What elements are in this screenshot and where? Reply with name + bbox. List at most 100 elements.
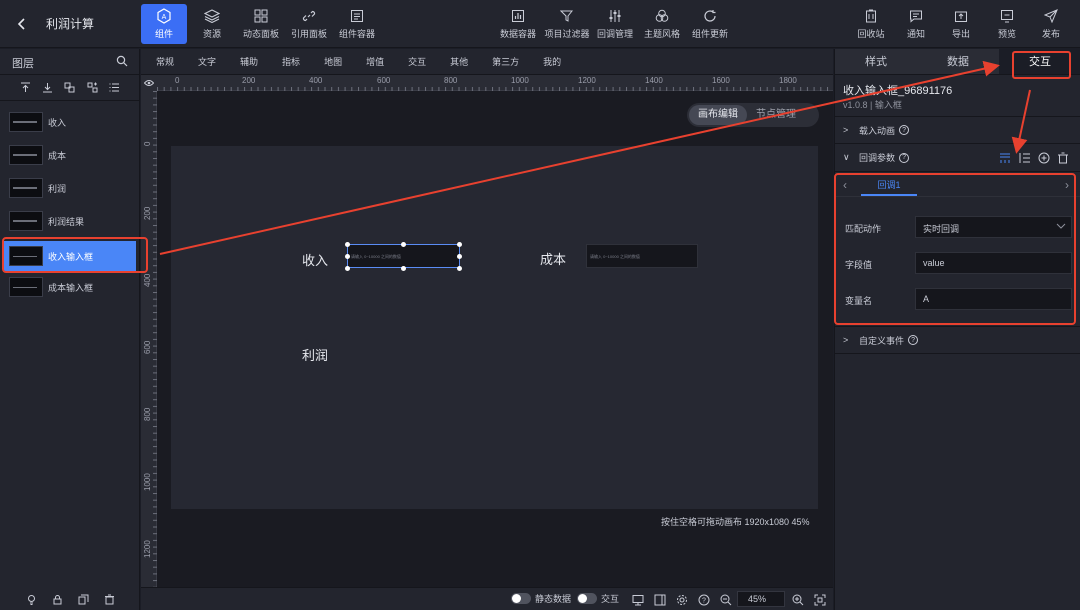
income-input-widget[interactable]: 请输入 0~10000 之间的数值 [347, 244, 460, 268]
toolbar-ref-panel-button[interactable]: 引用面板 [288, 4, 330, 44]
chevron-left-icon[interactable]: ‹ [843, 178, 847, 192]
export-icon [952, 8, 970, 24]
toolbar-component-button[interactable]: A 组件 [141, 4, 187, 44]
group-icon[interactable] [64, 82, 75, 93]
trash-icon[interactable] [1056, 151, 1069, 164]
callback-tab-1[interactable]: 回调1 [861, 176, 917, 196]
cost-label[interactable]: 成本 [540, 249, 566, 268]
toolbar-notify-button[interactable]: 通知 [899, 4, 933, 44]
interact-switch[interactable] [577, 593, 597, 604]
income-label[interactable]: 收入 [302, 250, 328, 269]
ungroup-icon[interactable] [87, 82, 98, 93]
chevron-down-icon [1056, 222, 1066, 230]
toolbar-preview-button[interactable]: 预览 [990, 4, 1024, 44]
node-manage-mode-button[interactable]: 节点管理 [747, 105, 805, 125]
tab-general[interactable]: 常规 [147, 55, 183, 68]
resize-handle[interactable] [401, 242, 406, 247]
resize-handle[interactable] [345, 266, 350, 271]
tab-text[interactable]: 文字 [189, 55, 225, 68]
list-edit-icon[interactable] [1018, 151, 1031, 164]
help-icon[interactable]: ? [899, 152, 910, 163]
layer-item-profit-result[interactable]: 利润结果 [4, 206, 136, 236]
screen-icon[interactable] [631, 593, 645, 607]
static-data-switch[interactable] [511, 593, 531, 604]
layers-icon [203, 8, 221, 24]
profit-label[interactable]: 利润 [302, 345, 328, 364]
list-icon[interactable] [109, 82, 120, 93]
tab-data[interactable]: 数据 [917, 49, 999, 74]
toolbar-notify-label: 通知 [906, 29, 925, 39]
custom-events-section[interactable]: > 自定义事件 ? [835, 326, 1080, 354]
canvas-edit-mode-button[interactable]: 画布编辑 [689, 105, 747, 125]
design-stage[interactable]: 收入 请输入 0~10000 之间的数值 成本 请输入 0~10000 之间的数… [171, 146, 818, 509]
toolbar-container-button[interactable]: 组件容器 [336, 4, 378, 44]
toolbar-data-container-button[interactable]: 数据容器 [498, 4, 538, 44]
add-icon[interactable] [1037, 151, 1050, 164]
toolbar-update-button[interactable]: 组件更新 [689, 4, 731, 44]
variable-name-input[interactable]: A [915, 288, 1072, 310]
svg-text:?: ? [702, 598, 706, 605]
tab-value-added[interactable]: 增值 [357, 55, 393, 68]
layer-item-cost[interactable]: 成本 [4, 140, 136, 170]
form-view-icon[interactable] [998, 151, 1011, 164]
bulb-icon[interactable] [26, 594, 37, 605]
match-action-select[interactable]: 实时回调 [915, 216, 1072, 238]
tab-other[interactable]: 其他 [441, 55, 477, 68]
cost-input-widget[interactable]: 请输入 0~10000 之间的数值 [586, 244, 698, 268]
resize-handle[interactable] [457, 242, 462, 247]
eye-icon[interactable] [141, 75, 157, 91]
help-icon[interactable]: ? [899, 125, 910, 135]
ruler-tick-label: 800 [444, 76, 458, 85]
toolbar-resource-button[interactable]: 资源 [194, 4, 230, 44]
tab-auxiliary[interactable]: 辅助 [231, 55, 267, 68]
zoom-level-input[interactable]: 45% [737, 591, 785, 607]
toolbar-theme-button[interactable]: 主题风格 [642, 4, 682, 44]
resize-handle[interactable] [345, 254, 350, 259]
move-top-icon[interactable] [20, 82, 31, 93]
delete-icon[interactable] [104, 594, 115, 605]
toolbar-recycle-button[interactable]: 回收站 [853, 4, 889, 44]
layer-item-income[interactable]: 收入 [4, 107, 136, 137]
resize-handle[interactable] [401, 266, 406, 271]
tab-mine[interactable]: 我的 [534, 55, 570, 68]
zoom-out-icon[interactable] [719, 593, 733, 607]
resize-handle[interactable] [345, 242, 350, 247]
load-animation-section[interactable]: > 载入动画 ? [835, 116, 1080, 144]
toolbar-callback-button[interactable]: 回调管理 [595, 4, 635, 44]
toolbar-publish-button[interactable]: 发布 [1034, 4, 1068, 44]
callback-params-section[interactable]: ∨ 回调参数 ? [835, 144, 1080, 172]
resize-handle[interactable] [457, 254, 462, 259]
ruler-tick-label: 400 [143, 273, 152, 287]
back-icon[interactable] [12, 14, 32, 34]
tab-map[interactable]: 地图 [315, 55, 351, 68]
settings-icon[interactable] [675, 593, 689, 607]
layer-item-cost-input[interactable]: 成本输入框 [4, 272, 136, 302]
layer-item-income-input[interactable]: 收入输入框 [4, 241, 136, 271]
layer-thumbnail [9, 178, 43, 198]
resize-handle[interactable] [457, 266, 462, 271]
toolbar-export-button[interactable]: 导出 [944, 4, 978, 44]
panel-icon[interactable] [653, 593, 667, 607]
preview-icon [998, 8, 1016, 24]
help-icon[interactable]: ? [908, 335, 919, 345]
chevron-right-icon[interactable]: › [1065, 178, 1069, 192]
tab-style[interactable]: 样式 [835, 49, 917, 74]
interact-toggle[interactable]: 交互 [577, 592, 619, 605]
tab-third-party[interactable]: 第三方 [483, 55, 528, 68]
help-icon[interactable]: ? [697, 593, 711, 607]
fit-screen-icon[interactable] [813, 593, 827, 607]
lock-icon[interactable] [52, 594, 63, 605]
toolbar-filter-button[interactable]: 项目过滤器 [543, 4, 591, 44]
move-bottom-icon[interactable] [42, 82, 53, 93]
zoom-in-icon[interactable] [791, 593, 805, 607]
search-icon[interactable] [116, 55, 128, 67]
layer-item-profit[interactable]: 利润 [4, 173, 136, 203]
canvas-area[interactable]: 0 200 400 600 800 1000 1200 1400 1600 18… [141, 75, 833, 587]
field-value-input[interactable]: value [915, 252, 1072, 274]
tab-indicator[interactable]: 指标 [273, 55, 309, 68]
static-data-toggle[interactable]: 静态数据 [511, 592, 571, 605]
toolbar-dynamic-panel-button[interactable]: 动态面板 [240, 4, 282, 44]
tab-interaction[interactable]: 交互 [399, 55, 435, 68]
copy-icon[interactable] [78, 594, 89, 605]
tab-interaction-props[interactable]: 交互 [999, 49, 1080, 74]
